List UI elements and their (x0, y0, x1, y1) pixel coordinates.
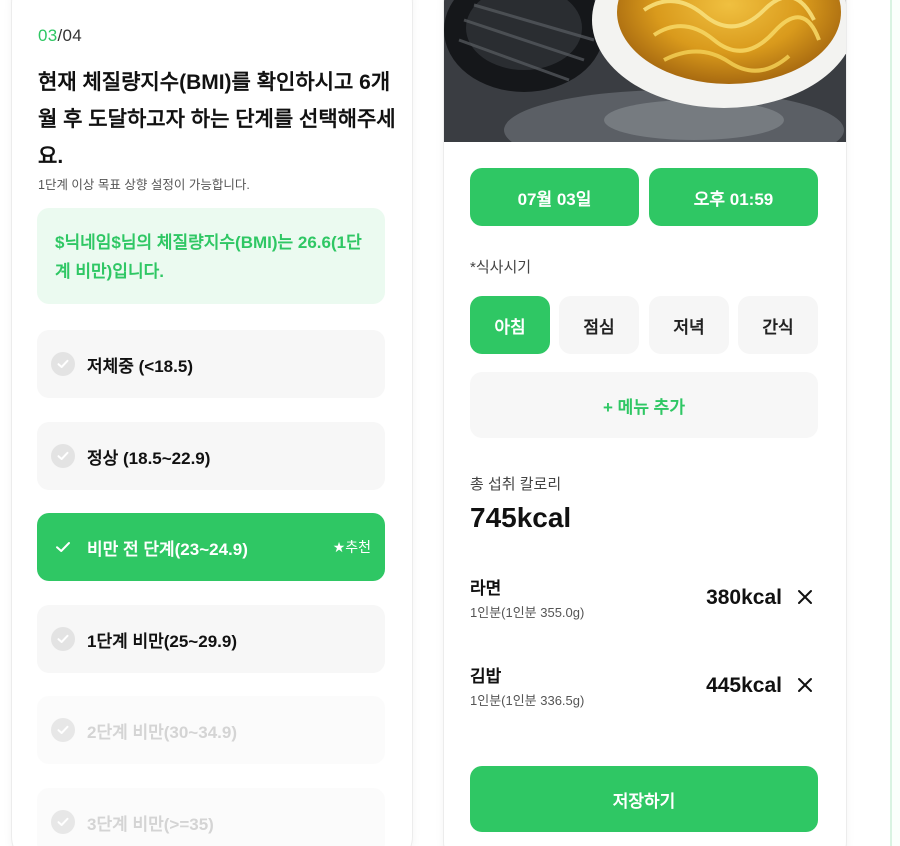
question-subtitle: 1단계 이상 목표 상향 설정이 가능합니다. (38, 178, 250, 192)
check-icon (51, 810, 75, 834)
recommended-badge: ★추천 (332, 539, 371, 555)
food-item-ramen: 라면 1인분(1인분 355.0g) 380kcal (470, 574, 820, 624)
check-icon (51, 718, 75, 742)
option-label: 정상 (18.5~22.9) (87, 448, 211, 468)
food-photo (444, 0, 846, 142)
check-icon (51, 352, 75, 376)
option-underweight[interactable]: 저체중 (<18.5) (37, 330, 385, 398)
bmi-goal-card: 03/04 현재 체질량지수(BMI)를 확인하시고 6개월 후 도달하고자 하… (12, 0, 412, 846)
food-kcal: 445kcal (706, 674, 782, 697)
check-icon (51, 627, 75, 651)
option-label: 2단계 비만(30~34.9) (87, 722, 237, 742)
option-obese-3: 3단계 비만(>=35) (37, 788, 385, 846)
save-button-label: 저장하기 (612, 791, 676, 811)
food-serving: 1인분(1인분 336.5g) (470, 693, 585, 708)
meal-tab-label: 점심 (583, 317, 615, 337)
option-normal[interactable]: 정상 (18.5~22.9) (37, 422, 385, 490)
check-icon (51, 444, 75, 468)
add-menu-button[interactable]: + 메뉴 추가 (470, 372, 818, 438)
meal-tab-label: 저녁 (673, 317, 705, 337)
food-photo-art (444, 0, 846, 142)
option-obese-2: 2단계 비만(30~34.9) (37, 696, 385, 764)
food-name: 김밥 (470, 667, 502, 686)
close-icon[interactable] (794, 586, 816, 608)
option-label: 비만 전 단계(23~24.9) (87, 539, 248, 559)
meal-tab-snack[interactable]: 간식 (738, 296, 818, 354)
add-menu-label: + 메뉴 추가 (603, 397, 685, 417)
food-item-gimbap: 김밥 1인분(1인분 336.5g) 445kcal (470, 662, 820, 712)
food-serving: 1인분(1인분 355.0g) (470, 605, 585, 620)
meal-tab-label: 아침 (494, 317, 526, 337)
meal-tab-label: 간식 (762, 317, 794, 337)
option-label: 3단계 비만(>=35) (87, 814, 214, 834)
step-current: 03 (38, 26, 58, 45)
option-pre-obese[interactable]: 비만 전 단계(23~24.9) ★추천 (37, 513, 385, 581)
time-picker-button[interactable]: 오후 01:59 (649, 168, 818, 226)
option-label: 저체중 (<18.5) (87, 356, 193, 376)
question-title: 현재 체질량지수(BMI)를 확인하시고 6개월 후 도달하고자 하는 단계를 … (38, 71, 396, 168)
option-obese-1[interactable]: 1단계 비만(25~29.9) (37, 605, 385, 673)
meal-tab-breakfast[interactable]: 아침 (470, 296, 550, 354)
step-total: /04 (57, 26, 83, 45)
total-calorie-value: 745kcal (470, 502, 572, 533)
food-kcal: 380kcal (706, 586, 782, 609)
meal-record-card: 07월 03일 오후 01:59 *식사시기 아침 점심 저녁 간식 + 메뉴 … (444, 0, 846, 846)
step-indicator: 03/04 (38, 26, 82, 46)
next-card-edge (890, 0, 900, 846)
option-label: 1단계 비만(25~29.9) (87, 631, 237, 651)
close-icon[interactable] (794, 674, 816, 696)
check-icon (51, 535, 75, 559)
meal-tab-dinner[interactable]: 저녁 (649, 296, 729, 354)
save-button[interactable]: 저장하기 (470, 766, 818, 832)
time-value: 오후 01:59 (693, 189, 774, 209)
food-name: 라면 (470, 579, 502, 598)
bmi-result-text: $닉네임$님의 체질량지수(BMI)는 26.6(1단계 비만)입니다. (55, 233, 362, 281)
date-picker-button[interactable]: 07월 03일 (470, 168, 639, 226)
total-calorie-label: 총 섭취 칼로리 (470, 476, 562, 493)
bmi-result-box: $닉네임$님의 체질량지수(BMI)는 26.6(1단계 비만)입니다. (37, 208, 385, 304)
meal-tab-lunch[interactable]: 점심 (559, 296, 639, 354)
meal-time-label: *식사시기 (470, 259, 532, 276)
date-value: 07월 03일 (517, 189, 592, 209)
